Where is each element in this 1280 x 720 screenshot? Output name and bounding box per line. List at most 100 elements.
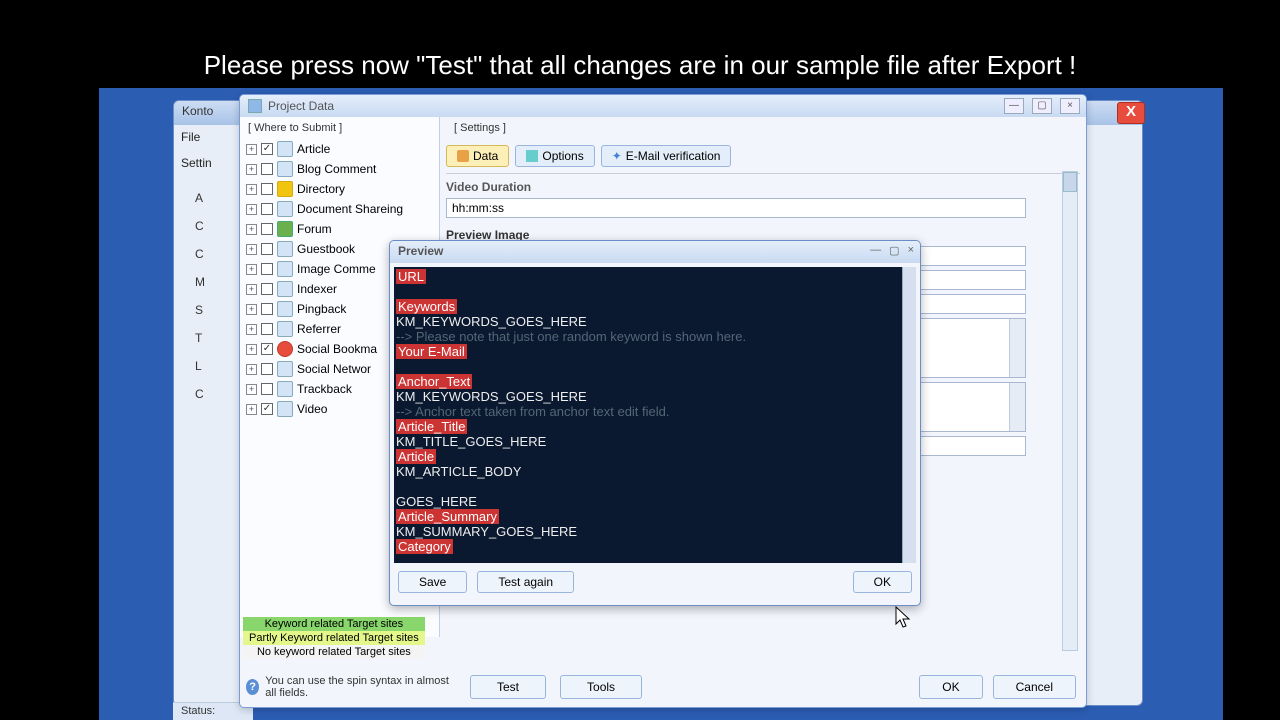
cancel-button[interactable]: Cancel [993, 675, 1076, 699]
preview-line: Anchor_Text [396, 374, 914, 389]
preview-content[interactable]: URL KeywordsKM_KEYWORDS_GOES_HERE --> Pl… [394, 267, 916, 563]
preview-window-controls: — ▢ × [870, 244, 914, 257]
video-duration-input[interactable] [446, 198, 1026, 218]
tools-button[interactable]: Tools [560, 675, 642, 699]
tree-item-label: Referrer [297, 322, 341, 336]
tree-item-forum[interactable]: + Forum [240, 219, 439, 239]
expand-icon[interactable]: + [246, 324, 257, 335]
save-button[interactable]: Save [398, 571, 467, 593]
legend-partly-related: Partly Keyword related Target sites [243, 631, 425, 645]
preview-line: KM_KEYWORDS_GOES_HERE [396, 314, 914, 329]
test-again-button[interactable]: Test again [477, 571, 574, 593]
checkbox[interactable]: ✓ [261, 403, 273, 415]
preview-line: KM_TITLE_GOES_HERE [396, 434, 914, 449]
minimize-icon[interactable]: — [870, 244, 881, 257]
tab-options[interactable]: Options [515, 145, 594, 167]
scrollbar[interactable] [902, 267, 916, 563]
project-window-title: Project Data [240, 95, 1086, 117]
expand-icon[interactable]: + [246, 164, 257, 175]
test-button[interactable]: Test [470, 675, 546, 699]
checkbox[interactable] [261, 283, 273, 295]
checkbox[interactable] [261, 383, 273, 395]
expand-icon[interactable]: + [246, 224, 257, 235]
preview-line [396, 359, 914, 374]
tree-item-label: Forum [297, 222, 332, 236]
expand-icon[interactable]: + [246, 244, 257, 255]
checkbox[interactable] [261, 203, 273, 215]
desktop-area: Konto X File Settin A C CM ST L C Status… [99, 88, 1223, 720]
panel-scrollbar[interactable] [1062, 171, 1078, 651]
checkbox[interactable] [261, 243, 273, 255]
checkbox[interactable] [261, 223, 273, 235]
tree-item-label: Image Comme [297, 262, 376, 276]
bottom-right-buttons: OK Cancel [919, 675, 1076, 699]
tab-data[interactable]: Data [446, 145, 509, 167]
preview-line: --> Please note that just one random key… [396, 329, 914, 344]
preview-line: URL [396, 269, 914, 284]
close-icon[interactable]: X [1117, 102, 1145, 124]
preview-line [396, 479, 914, 494]
tree-item-article[interactable]: + ✓ Article [240, 139, 439, 159]
maximize-icon[interactable]: ▢ [889, 244, 899, 257]
tree-item-label: Blog Comment [297, 162, 376, 176]
checkbox[interactable]: ✓ [261, 343, 273, 355]
spin-syntax-tip: ? You can use the spin syntax in almost … [246, 675, 456, 699]
category-icon [277, 281, 293, 297]
tree-item-document-shareing[interactable]: + Document Shareing [240, 199, 439, 219]
close-icon[interactable]: × [1060, 98, 1080, 114]
tree-item-label: Guestbook [297, 242, 355, 256]
expand-icon[interactable]: + [246, 184, 257, 195]
scrollbar[interactable] [1009, 319, 1025, 377]
preview-line: KM_ARTICLE_BODY [396, 464, 914, 479]
checkbox[interactable] [261, 263, 273, 275]
tree-item-label: Article [297, 142, 330, 156]
close-icon[interactable]: × [908, 244, 914, 257]
checkbox[interactable] [261, 163, 273, 175]
preview-line: Article_Title [396, 419, 914, 434]
tab-email-verification[interactable]: ✦E-Mail verification [601, 145, 732, 167]
checkbox[interactable]: ✓ [261, 143, 273, 155]
tree-item-label: Directory [297, 182, 345, 196]
ok-button[interactable]: OK [919, 675, 982, 699]
preview-line: Article_Summary [396, 509, 914, 524]
settings-tabs: Data Options ✦E-Mail verification [446, 139, 1080, 174]
category-icon [277, 141, 293, 157]
expand-icon[interactable]: + [246, 284, 257, 295]
checkbox[interactable] [261, 183, 273, 195]
maximize-icon[interactable]: ▢ [1032, 98, 1052, 114]
window-icon [248, 99, 262, 113]
expand-icon[interactable]: + [246, 364, 257, 375]
bottom-left-buttons: Test Tools [470, 675, 642, 699]
category-icon [277, 221, 293, 237]
tree-item-blog-comment[interactable]: + Blog Comment [240, 159, 439, 179]
settings-label: [ Settings ] [446, 117, 1080, 139]
scrollbar[interactable] [1009, 383, 1025, 431]
minimize-icon[interactable]: — [1004, 98, 1024, 114]
data-icon [457, 150, 469, 162]
menu-file[interactable]: File [181, 130, 200, 144]
category-icon [277, 341, 293, 357]
tree-item-directory[interactable]: + Directory [240, 179, 439, 199]
checkbox[interactable] [261, 303, 273, 315]
tree-item-label: Social Networ [297, 362, 371, 376]
expand-icon[interactable]: + [246, 264, 257, 275]
expand-icon[interactable]: + [246, 344, 257, 355]
preview-ok-button[interactable]: OK [853, 571, 912, 593]
expand-icon[interactable]: + [246, 144, 257, 155]
category-icon [277, 181, 293, 197]
tree-item-label: Pingback [297, 302, 346, 316]
tab-settings-bg[interactable]: Settin [181, 156, 212, 170]
preview-image-label: Preview Image [446, 222, 1080, 242]
help-icon: ? [246, 679, 259, 695]
expand-icon[interactable]: + [246, 404, 257, 415]
background-left-labels: A C CM ST L C [195, 184, 205, 408]
where-to-submit-label: [ Where to Submit ] [240, 117, 439, 139]
expand-icon[interactable]: + [246, 204, 257, 215]
checkbox[interactable] [261, 323, 273, 335]
category-icon [277, 161, 293, 177]
expand-icon[interactable]: + [246, 384, 257, 395]
checkbox[interactable] [261, 363, 273, 375]
legend: Keyword related Target sites Partly Keyw… [243, 617, 425, 659]
category-icon [277, 401, 293, 417]
expand-icon[interactable]: + [246, 304, 257, 315]
